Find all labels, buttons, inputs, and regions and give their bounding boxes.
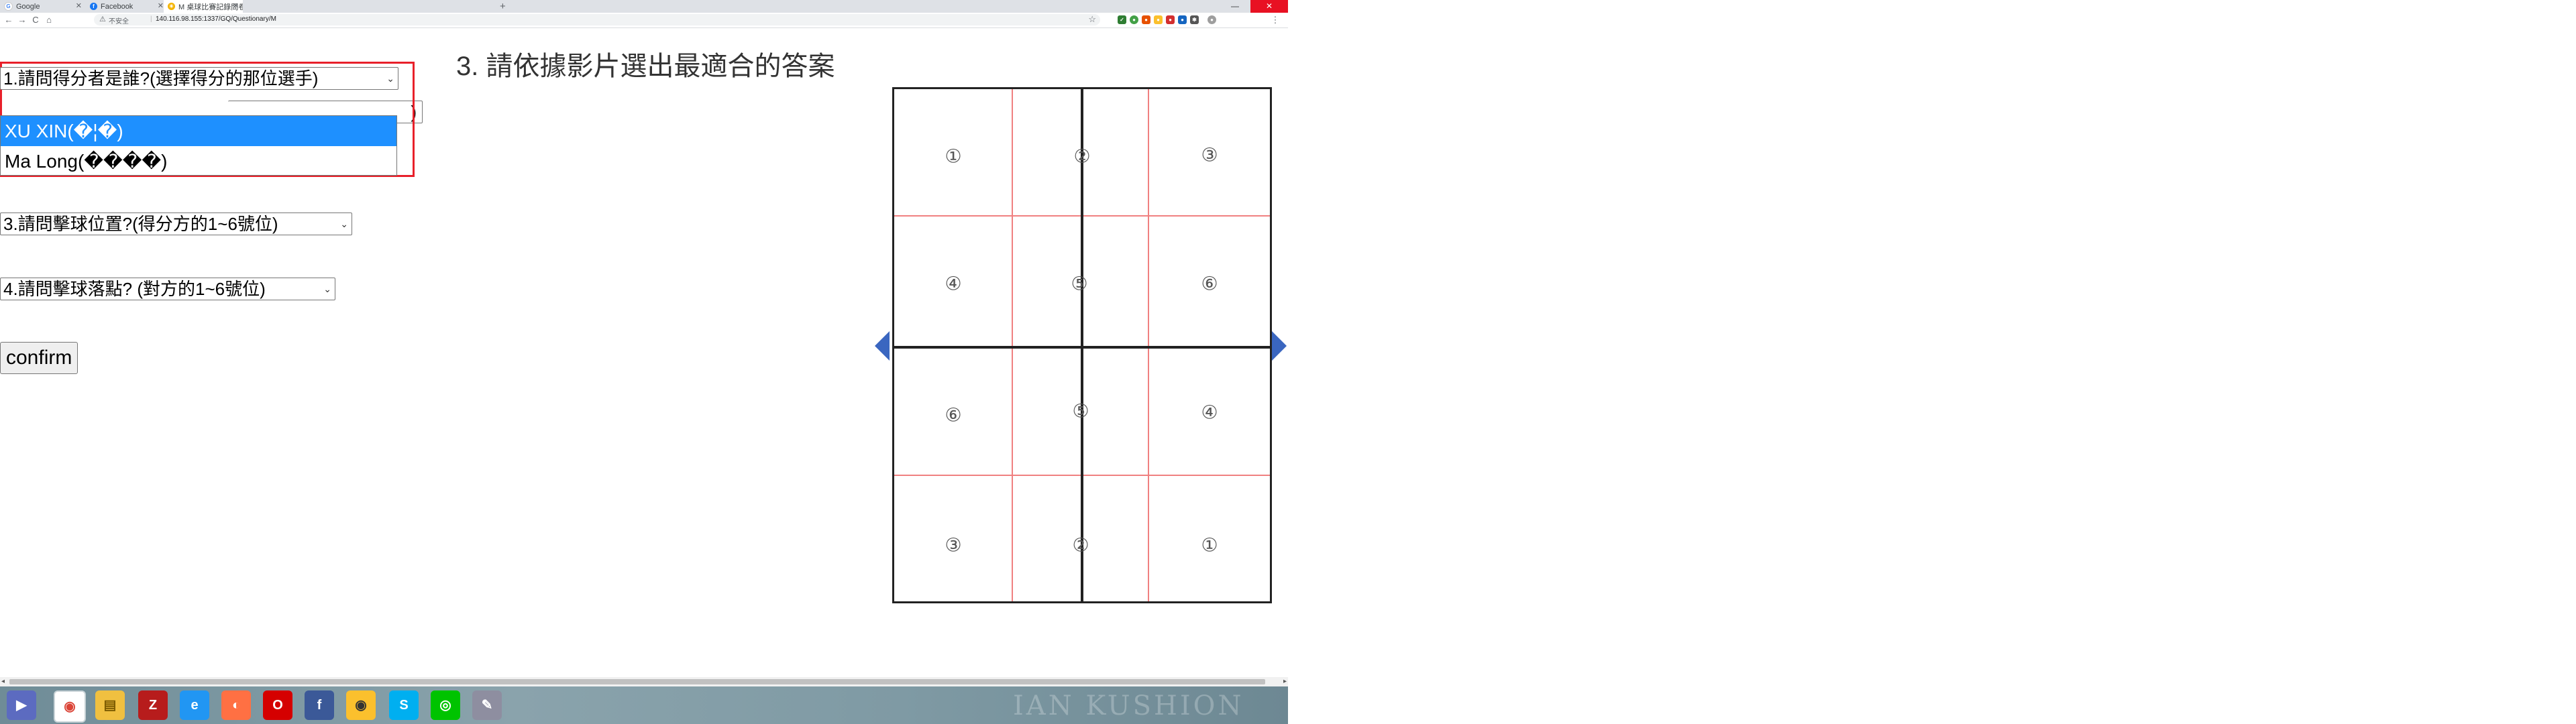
zone-bottom-5[interactable]: ⑤ — [1072, 400, 1089, 422]
bookmark-star-icon[interactable]: ☆ — [1088, 14, 1096, 25]
net-post-left-icon — [875, 331, 890, 361]
zone-bottom-4[interactable]: ④ — [1201, 402, 1218, 424]
scroll-left-icon[interactable]: ◂ — [1, 677, 5, 686]
q1-option-xu-xin[interactable]: XU XIN(�¦�) — [1, 116, 396, 146]
skype-icon[interactable]: S — [389, 690, 419, 720]
firefox-icon[interactable]: ◐ — [221, 690, 251, 720]
chrome-icon[interactable]: ◉ — [54, 690, 86, 723]
filezilla-icon[interactable]: Z — [138, 690, 168, 720]
q3-label: 3.請問擊球位置?(得分方的1~6號位) — [3, 214, 278, 234]
tab-title: Facebook — [101, 2, 133, 11]
extension-icon[interactable]: ✓ — [1118, 15, 1126, 24]
net-line — [894, 346, 1270, 349]
menu-icon[interactable]: ⋮ — [1269, 14, 1281, 26]
tab-questionnaire[interactable]: ☀ M 桌球比賽記錄問卷意見表 ✕ — [164, 0, 243, 13]
chrome-canary-icon[interactable]: ◉ — [346, 690, 376, 720]
close-icon[interactable]: ✕ — [76, 0, 82, 13]
zone-bottom-6[interactable]: ⑥ — [945, 404, 961, 426]
zone-top-2[interactable]: ② — [1073, 145, 1090, 168]
q1-option-ma-long[interactable]: Ma Long(����) — [1, 146, 396, 176]
media-player-icon[interactable]: ▶ — [7, 690, 36, 720]
grid-line-vertical — [1148, 89, 1149, 601]
sun-icon: ☀ — [168, 3, 175, 10]
close-icon[interactable]: ✕ — [158, 0, 164, 13]
extension-icon[interactable]: ● — [1142, 15, 1150, 24]
extension-icon[interactable]: ● — [1166, 15, 1175, 24]
scrollbar-thumb[interactable] — [9, 679, 1265, 684]
wallpaper-text: IAN KUSHION — [1013, 690, 1244, 721]
zone-top-6[interactable]: ⑥ — [1201, 273, 1218, 295]
forward-arrow-icon[interactable]: → — [16, 14, 28, 26]
address-separator: | — [150, 15, 152, 23]
tab-title: Google — [16, 2, 40, 11]
window-close-button[interactable]: ✕ — [1250, 0, 1288, 13]
file-explorer-icon[interactable]: ▤ — [95, 690, 125, 720]
chevron-down-icon: ⌄ — [340, 219, 348, 229]
zone-top-5[interactable]: ⑤ — [1071, 273, 1087, 295]
google-icon: G — [4, 2, 13, 11]
instruction-text: 3. 請依據影片選出最適合的答案 — [456, 52, 835, 81]
chevron-down-icon: ⌄ — [386, 73, 394, 84]
q1-select[interactable]: 1.請問得分者是誰?(選擇得分的那位選手) ⌄ — [0, 67, 398, 90]
new-tab-button[interactable]: + — [500, 0, 506, 13]
q3-select[interactable]: 3.請問擊球位置?(得分方的1~6號位) ⌄ — [0, 213, 352, 235]
horizontal-scrollbar[interactable]: ◂ ▸ — [0, 677, 1288, 686]
net-post-right-icon — [1272, 331, 1287, 361]
q4-select[interactable]: 4.請問擊球落點? (對方的1~6號位) ⌄ — [0, 278, 335, 300]
grid-line-vertical — [1012, 89, 1013, 601]
tab-facebook[interactable]: f Facebook ✕ — [86, 0, 168, 13]
puzzle-icon[interactable]: ✱ — [1190, 15, 1199, 24]
home-icon[interactable]: ⌂ — [43, 14, 55, 26]
avatar[interactable]: ● — [1208, 15, 1216, 24]
reload-icon[interactable]: C — [30, 14, 42, 26]
extension-icon[interactable]: ● — [1154, 15, 1163, 24]
zone-bottom-2[interactable]: ② — [1072, 534, 1089, 556]
zone-bottom-3[interactable]: ③ — [945, 534, 961, 556]
paint-icon[interactable]: ✎ — [472, 690, 502, 720]
minimize-button[interactable]: — — [1220, 0, 1250, 13]
close-icon[interactable]: ✕ — [233, 0, 239, 13]
url-text[interactable]: 140.116.98.155:1337/GQ/Questionary/M — [156, 15, 276, 23]
table-tennis-court[interactable]: ① ② ③ ④ ⑤ ⑥ ⑥ ⑤ ④ ③ ② ① — [892, 87, 1272, 603]
zone-bottom-1[interactable]: ① — [1201, 534, 1218, 556]
q4-label: 4.請問擊球落點? (對方的1~6號位) — [3, 279, 266, 299]
zone-top-1[interactable]: ① — [945, 145, 961, 168]
chevron-down-icon: ⌄ — [323, 284, 331, 294]
facebook-icon[interactable]: f — [305, 690, 334, 720]
scroll-right-icon[interactable]: ▸ — [1283, 677, 1287, 686]
confirm-button[interactable]: confirm — [0, 342, 78, 374]
zone-top-4[interactable]: ④ — [945, 273, 961, 295]
tab-google[interactable]: G Google ✕ — [0, 0, 86, 13]
zone-top-3[interactable]: ③ — [1201, 144, 1218, 166]
warning-icon: ⚠ — [99, 15, 106, 23]
tab-strip: G Google ✕ f Facebook ✕ ☀ M 桌球比賽記錄問卷意見表 … — [0, 0, 1288, 13]
q1-label: 1.請問得分者是誰?(選擇得分的那位選手) — [3, 68, 319, 88]
security-label: 不安全 — [109, 18, 129, 25]
extension-icon[interactable]: ● — [1130, 15, 1138, 24]
taskbar: IAN KUSHION ▶ ◉ ▤ Z e ◐ O f ◉ S ◎ ✎ — [0, 686, 1288, 724]
edge-icon[interactable]: e — [180, 690, 209, 720]
q1-dropdown-list: XU XIN(�¦�) Ma Long(����) — [0, 115, 397, 176]
extension-icon[interactable]: ● — [1178, 15, 1187, 24]
address-bar[interactable]: ⚠ 不安全 | 140.116.98.155:1337/GQ/Questiona… — [94, 14, 1100, 25]
facebook-icon: f — [90, 3, 97, 10]
line-icon[interactable]: ◎ — [431, 690, 460, 720]
page-content: ) 1.請問得分者是誰?(選擇得分的那位選手) ⌄ XU XIN(�¦�) Ma… — [0, 28, 1288, 676]
browser-toolbar: ← → C ⌂ ⚠ 不安全 | 140.116.98.155:1337/GQ/Q… — [0, 13, 1288, 28]
back-arrow-icon[interactable]: ← — [3, 14, 15, 26]
opera-icon[interactable]: O — [263, 690, 292, 720]
